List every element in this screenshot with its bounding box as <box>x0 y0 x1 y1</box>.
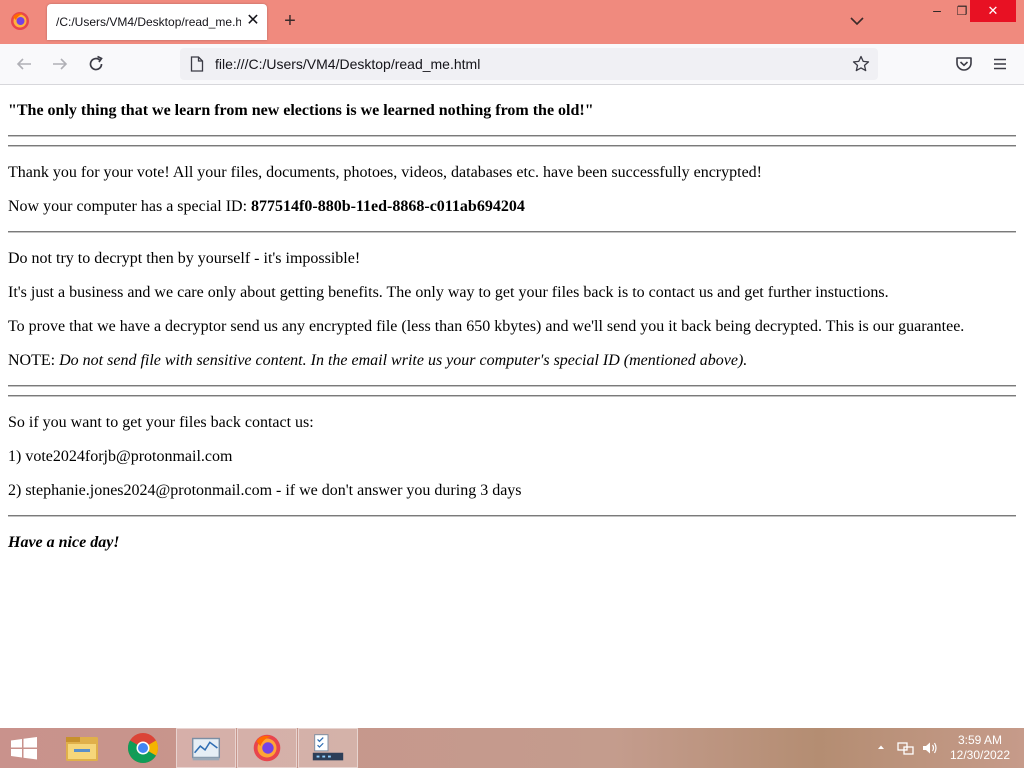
decrypt-warning: Do not try to decrypt then by yourself -… <box>8 250 361 267</box>
clock-time: 3:59 AM <box>957 733 1003 747</box>
divider <box>8 135 1016 137</box>
forward-arrow-icon[interactable] <box>50 54 70 74</box>
active-tab[interactable]: /C:/Users/VM4/Desktop/read_me.html ✕ <box>47 4 267 40</box>
divider <box>8 231 1016 233</box>
network-app-icon[interactable] <box>298 728 358 768</box>
contact-email-2: 2) stephanie.jones2024@protonmail.com - … <box>8 482 522 499</box>
special-id-value: 877514f0-880b-11ed-8868-c011ab694204 <box>251 198 525 215</box>
business-text: It's just a business and we care only ab… <box>8 284 889 301</box>
chrome-icon[interactable] <box>113 728 173 768</box>
file-explorer-icon[interactable] <box>52 728 112 768</box>
note-label: NOTE: <box>8 352 60 369</box>
start-icon[interactable] <box>0 728 48 768</box>
special-id-line: Now your computer has a special ID: 8775… <box>8 198 525 216</box>
show-hidden-icons-chevron-up-icon[interactable] <box>876 740 886 754</box>
close-window-button[interactable]: ✕ <box>970 0 1016 22</box>
quote-heading: "The only thing that we learn from new e… <box>8 102 594 119</box>
divider <box>8 385 1016 387</box>
back-arrow-icon[interactable] <box>14 54 34 74</box>
page-content: "The only thing that we learn from new e… <box>0 85 1024 728</box>
volume-speaker-icon[interactable] <box>921 740 939 756</box>
tab-bar: /C:/Users/VM4/Desktop/read_me.html ✕ + –… <box>0 0 1024 44</box>
system-clock[interactable]: 3:59 AM 12/30/2022 <box>944 733 1016 763</box>
address-bar[interactable]: file:///C:/Users/VM4/Desktop/read_me.htm… <box>180 48 878 80</box>
encryption-notice: Thank you for your vote! All your files,… <box>8 164 763 181</box>
special-id-label: Now your computer has a special ID: <box>8 198 252 215</box>
page-file-icon <box>190 56 204 72</box>
url-text[interactable]: file:///C:/Users/VM4/Desktop/read_me.htm… <box>215 56 480 72</box>
closing-line: Have a nice day! <box>8 534 120 551</box>
task-manager-icon[interactable] <box>176 728 236 768</box>
new-tab-button[interactable]: + <box>280 10 300 32</box>
note-line: NOTE: Do not send file with sensitive co… <box>8 352 747 370</box>
clock-date: 12/30/2022 <box>949 748 1011 762</box>
contact-intro: So if you want to get your files back co… <box>8 414 314 431</box>
hamburger-menu-icon[interactable] <box>990 54 1010 74</box>
navigation-toolbar: file:///C:/Users/VM4/Desktop/read_me.htm… <box>0 44 1024 85</box>
divider <box>8 395 1016 397</box>
list-all-tabs-chevron-down-icon[interactable] <box>848 12 866 30</box>
divider <box>8 515 1016 517</box>
bookmark-star-icon[interactable] <box>852 55 870 73</box>
firefox-icon[interactable] <box>237 728 297 768</box>
reload-icon[interactable] <box>86 54 106 74</box>
firefox-menu-icon[interactable] <box>10 11 30 31</box>
contact-email-1: 1) vote2024forjb@protonmail.com <box>8 448 233 465</box>
network-status-icon[interactable] <box>897 740 915 756</box>
proof-text: To prove that we have a decryptor send u… <box>8 318 965 335</box>
divider <box>8 145 1016 147</box>
tab-title: /C:/Users/VM4/Desktop/read_me.html <box>56 15 241 29</box>
taskbar: 3:59 AM 12/30/2022 <box>0 728 1024 768</box>
pocket-icon[interactable] <box>954 54 974 74</box>
tab-close-icon[interactable]: ✕ <box>244 12 262 30</box>
note-text: Do not send file with sensitive content.… <box>59 352 748 369</box>
